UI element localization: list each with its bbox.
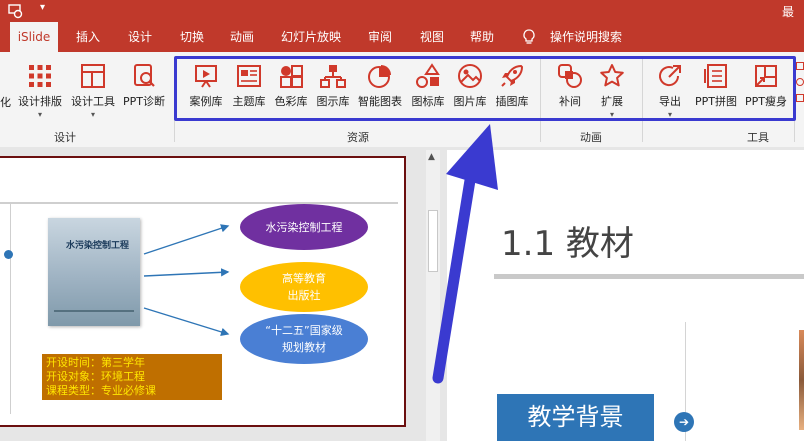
- tab-insert[interactable]: 插入: [70, 22, 106, 52]
- tab-review[interactable]: 审阅: [362, 22, 398, 52]
- info-line-audience: 开设对象：环境工程: [46, 370, 145, 383]
- tab-slideshow[interactable]: 幻灯片放映: [278, 22, 344, 52]
- textbook-title: 水污染控制工程: [66, 241, 130, 251]
- layout-design-label: 设计排版: [18, 95, 62, 108]
- animation-group-label: 动画: [580, 131, 602, 144]
- annotation-arrow: [432, 124, 498, 384]
- oval-higher-education-press: 高等教育 出版社: [240, 262, 368, 312]
- quick-access-dropdown-icon[interactable]: ▾: [40, 2, 45, 13]
- tab-islide[interactable]: iSlide: [10, 22, 58, 52]
- heading-underline: [494, 274, 804, 279]
- tab-design[interactable]: 设计: [122, 22, 158, 52]
- slide-left-rule: [10, 204, 11, 414]
- ribbon-tab-bar: iSlide 插入 设计 切换 动画 幻灯片放映 审阅 视图 帮助 操作说明搜索: [0, 22, 804, 52]
- oval-national-textbook: “十二五”国家级 规划教材: [240, 314, 368, 364]
- overflow-icons[interactable]: [796, 62, 804, 122]
- design-tools-label: 设计工具: [71, 95, 115, 108]
- panel-layout-icon: [81, 64, 105, 88]
- slide-thumbnail-left[interactable]: 水污染控制工程 水污染控制工程 高等教育 出版社 “十二五”国家级 规划教材 开…: [0, 156, 406, 427]
- tab-animations[interactable]: 动画: [224, 22, 260, 52]
- slide-heading: 1.1 教材: [501, 224, 634, 264]
- design-tools-button[interactable]: 设计工具 ▾: [68, 62, 118, 119]
- teaching-background-banner: 教学背景: [497, 394, 654, 441]
- course-info-box: 开设时间：第三学年 开设对象：环境工程 课程类型：专业必修课: [42, 354, 222, 400]
- ppt-diagnosis-label: PPT诊断: [123, 95, 165, 108]
- title-bar: ▾ 最终: [0, 0, 804, 36]
- ppt-diagnosis-button[interactable]: PPT诊断: [120, 62, 168, 109]
- info-line-type: 课程类型：专业必修课: [46, 384, 156, 397]
- lightbulb-icon: [523, 29, 535, 44]
- resource-group-label: 资源: [347, 131, 369, 144]
- textbook-publisher-line: [54, 310, 134, 312]
- connector-arrows: [143, 224, 230, 336]
- dropdown-arrow-icon: ▾: [37, 110, 42, 119]
- layout-design-button[interactable]: 设计排版 ▾: [14, 62, 66, 119]
- diagnosis-search-icon: [134, 64, 155, 87]
- tab-help[interactable]: 帮助: [464, 22, 500, 52]
- tools-group-label: 工具: [747, 131, 769, 144]
- annotation-highlight-box: [174, 56, 796, 121]
- slide-top-rule: [0, 202, 398, 204]
- dropdown-arrow-icon: ▾: [90, 110, 95, 119]
- tab-view[interactable]: 视图: [414, 22, 450, 52]
- arrow-circle-icon: [4, 250, 13, 259]
- arrow-circle-icon: ➔: [674, 412, 694, 432]
- ribbon-cut-label[interactable]: 化: [0, 94, 11, 110]
- tell-me-search[interactable]: 操作说明搜索: [546, 22, 626, 52]
- grid-dots-icon: [29, 65, 51, 87]
- info-line-time: 开设时间：第三学年: [46, 356, 145, 369]
- textbook-cover-image: 水污染控制工程: [48, 218, 140, 326]
- design-group-label: 设计: [54, 131, 76, 144]
- tab-transitions[interactable]: 切换: [174, 22, 210, 52]
- oval-water-pollution: 水污染控制工程: [240, 204, 368, 250]
- slide-image-edge: [799, 330, 804, 430]
- screen-record-icon[interactable]: [8, 3, 24, 19]
